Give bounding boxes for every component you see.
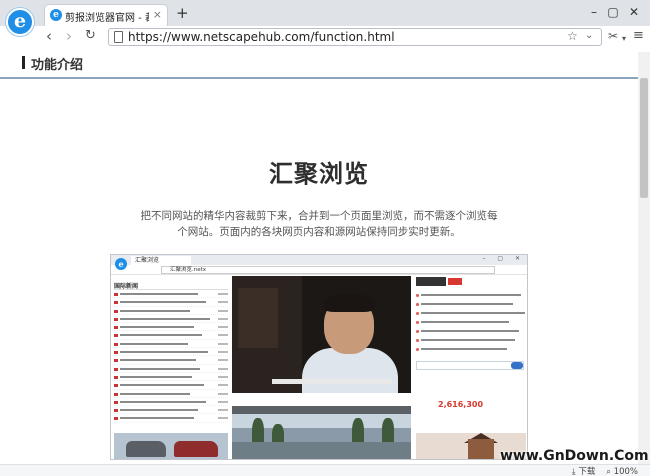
preview-side-line <box>421 294 521 296</box>
preview-tab-strip: 汇聚浏览 – ▢ ✕ <box>111 255 527 265</box>
download-label[interactable]: 下载 <box>578 467 595 476</box>
preview-news-row <box>114 365 228 373</box>
status-items: ⤓ 下载 ⌕ 100% <box>572 465 638 476</box>
page-icon <box>114 31 123 43</box>
browser-window: e 剪报浏览器官网 - 裁剪网 × + – ▢ ✕ e ‹ › ↻ https:… <box>0 0 650 476</box>
menu-icon[interactable]: ≡ <box>633 28 644 44</box>
bookmark-star-icon[interactable]: ☆ <box>567 29 578 43</box>
preview-search-box <box>416 361 524 370</box>
preview-news-row <box>114 390 228 398</box>
tab-title: 剪报浏览器官网 - 裁剪网 <box>65 13 149 24</box>
preview-address-bar: 汇聚浏览.netx <box>111 265 527 275</box>
preview-side-dot <box>416 329 419 333</box>
preview-car-photo <box>114 433 228 459</box>
reload-icon[interactable]: ↻ <box>85 28 96 44</box>
preview-news-row <box>114 331 228 340</box>
back-arrow-icon[interactable]: ‹ <box>46 28 52 44</box>
preview-side-dot <box>416 338 419 342</box>
forward-arrow-icon[interactable]: › <box>66 28 72 44</box>
status-bar: ⤓ 下载 ⌕ 100% <box>0 464 650 476</box>
vertical-scrollbar[interactable] <box>638 52 650 464</box>
preview-video-caption: 错选 · 播出网_人民日报体育中文网站 总理调人和网上亲民 <box>240 399 382 405</box>
preview-side-line <box>421 303 513 305</box>
preview-news-row <box>114 398 228 407</box>
preview-side-line <box>421 330 519 332</box>
preview-side-line <box>421 321 509 323</box>
preview-news-row <box>114 356 228 365</box>
preview-video-image <box>232 276 411 393</box>
preview-news-row <box>114 373 228 382</box>
scrollbar-thumb[interactable] <box>640 78 648 198</box>
feature-screenshot: 汇聚浏览 – ▢ ✕ e 汇聚浏览.netx 国际新闻 错选 · 播出网_人民日… <box>110 254 528 460</box>
tab-strip: e 剪报浏览器官网 - 裁剪网 × + – ▢ ✕ <box>0 0 650 26</box>
preview-side-dot <box>416 320 419 324</box>
navigation-bar: ‹ › ↻ https://www.netscapehub.com/functi… <box>0 26 650 48</box>
preview-news-row <box>114 298 228 307</box>
section-header: 功能介绍 <box>22 54 622 73</box>
preview-tab-title: 汇聚浏览 <box>131 256 191 265</box>
preview-news-row <box>114 323 228 332</box>
preview-url: 汇聚浏览.netx <box>161 266 495 274</box>
chevron-down-icon[interactable]: ⌄ <box>585 30 593 41</box>
watermark-text: www.GnDown.Com <box>500 448 649 464</box>
preview-news-list: 国际新闻 <box>114 281 228 429</box>
preview-window-controls: – ▢ ✕ <box>482 255 525 262</box>
section-title: 功能介绍 <box>31 58 84 73</box>
preview-side-line <box>421 348 507 350</box>
preview-side-dot <box>416 311 419 315</box>
preview-news-row <box>114 315 228 324</box>
preview-side-dot <box>416 347 419 351</box>
preview-news-row <box>114 406 228 415</box>
url-text[interactable]: https://www.netscapehub.com/function.htm… <box>128 30 395 44</box>
preview-side-news: 2,616,300 <box>416 276 526 431</box>
preview-news-row <box>114 348 228 357</box>
preview-news-row <box>114 381 228 390</box>
preview-count-value: 2,616,300 <box>438 400 484 409</box>
preview-news-photo <box>232 406 411 459</box>
browser-logo-icon[interactable]: e <box>6 8 34 36</box>
preview-logo-icon: e <box>115 258 127 270</box>
preview-news-row <box>114 307 228 315</box>
tab-close-icon[interactable]: × <box>153 8 162 21</box>
tab-active[interactable]: e 剪报浏览器官网 - 裁剪网 × <box>44 4 168 26</box>
feature-title: 汇聚浏览 <box>269 160 369 188</box>
scissors-icon[interactable]: ✂ <box>608 28 618 44</box>
feature-description: 把不同网站的精华内容裁剪下来，合并到一个页面里浏览，而不需逐个浏览每个网站。页面… <box>140 210 498 238</box>
preview-side-line <box>421 312 525 314</box>
preview-news-row <box>114 414 228 423</box>
preview-body: 国际新闻 错选 · 播出网_人民日报体育中文网站 总理调人和网上亲民 2,616… <box>111 276 527 459</box>
scissors-dropdown-icon[interactable]: ▾ <box>622 31 626 47</box>
preview-side-dot <box>416 293 419 297</box>
preview-news-head: 国际新闻 <box>114 281 228 290</box>
preview-news-row <box>114 340 228 349</box>
zoom-level[interactable]: 100% <box>614 467 638 476</box>
zoom-icon[interactable]: ⌕ <box>606 467 611 476</box>
site-favicon-icon: e <box>50 9 62 21</box>
preview-side-line <box>421 339 515 341</box>
minimize-button[interactable]: – <box>586 4 602 20</box>
section-divider <box>0 77 638 79</box>
maximize-button[interactable]: ▢ <box>605 4 621 20</box>
preview-news-row <box>114 290 228 299</box>
section-marker <box>22 56 25 69</box>
preview-side-dot <box>416 302 419 306</box>
close-window-button[interactable]: ✕ <box>626 4 642 20</box>
new-tab-button[interactable]: + <box>176 6 189 21</box>
download-icon[interactable]: ⤓ <box>572 467 576 476</box>
address-bar[interactable]: https://www.netscapehub.com/function.htm… <box>108 28 602 46</box>
